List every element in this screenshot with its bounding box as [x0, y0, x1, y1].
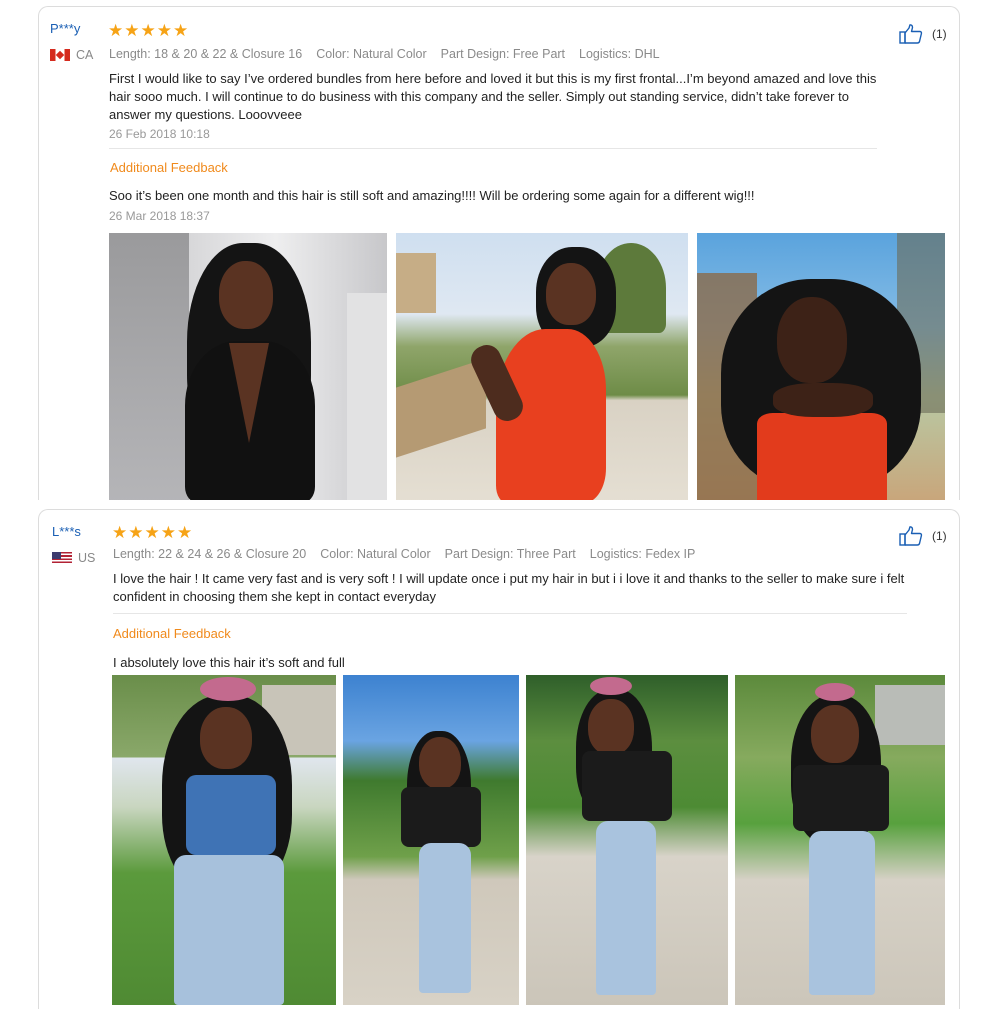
- helpful-count: (1): [932, 27, 947, 41]
- additional-feedback-date: 26 Mar 2018 18:37: [109, 209, 210, 223]
- review-photo[interactable]: [735, 675, 945, 1005]
- review-date: 26 Feb 2018 10:18: [109, 127, 210, 141]
- country-code: CA: [76, 48, 94, 62]
- order-color: Color: Natural Color: [316, 47, 427, 61]
- star-icon: ★: [173, 21, 189, 40]
- review-photo[interactable]: [396, 233, 688, 500]
- review-photo[interactable]: [526, 675, 728, 1005]
- star-icon: ★: [124, 21, 140, 40]
- divider: [109, 148, 877, 149]
- star-icon: ★: [140, 21, 156, 40]
- thumbs-up-icon: [899, 24, 923, 44]
- additional-feedback-text: I absolutely love this hair it’s soft an…: [113, 655, 345, 670]
- order-details: Length: 18 & 20 & 22 & Closure 16 Color:…: [109, 47, 660, 61]
- order-logistics: Logistics: DHL: [579, 47, 660, 61]
- star-icon: ★: [128, 523, 144, 542]
- review-photo[interactable]: [697, 233, 945, 500]
- star-icon: ★: [112, 523, 128, 542]
- star-icon: ★: [160, 523, 176, 542]
- reviewer-country: CA: [50, 48, 93, 62]
- additional-feedback-label: Additional Feedback: [110, 160, 228, 175]
- flag-usa-icon: [52, 552, 72, 564]
- review-card: L***s US ★ ★ ★ ★ ★ Length: 22 & 24 & 26 …: [38, 509, 960, 1009]
- order-logistics: Logistics: Fedex IP: [589, 547, 696, 561]
- additional-feedback-text: Soo it’s been one month and this hair is…: [109, 188, 755, 203]
- review-photo[interactable]: [112, 675, 336, 1005]
- star-icon: ★: [177, 523, 193, 542]
- country-code: US: [78, 551, 96, 565]
- review-photo[interactable]: [343, 675, 519, 1005]
- star-icon: ★: [156, 21, 172, 40]
- order-details: Length: 22 & 24 & 26 & Closure 20 Color:…: [113, 547, 695, 561]
- star-icon: ★: [108, 21, 124, 40]
- review-text: First I would like to say I’ve ordered b…: [109, 71, 877, 122]
- flag-canada-icon: [50, 49, 70, 61]
- divider: [113, 613, 907, 614]
- reviewer-name[interactable]: L***s: [52, 524, 81, 539]
- helpful-button[interactable]: (1): [899, 24, 947, 44]
- thumbs-up-icon: [899, 526, 923, 546]
- reviewer-name[interactable]: P***y: [50, 21, 80, 36]
- reviewer-country: US: [52, 551, 95, 565]
- star-icon: ★: [144, 523, 160, 542]
- review-photo[interactable]: [109, 233, 387, 500]
- review-text: I love the hair ! It came very fast and …: [113, 571, 905, 604]
- rating-stars: ★ ★ ★ ★ ★: [108, 22, 188, 39]
- additional-feedback-label: Additional Feedback: [113, 626, 231, 641]
- rating-stars: ★ ★ ★ ★ ★: [112, 524, 192, 541]
- order-part-design: Part Design: Three Part: [444, 547, 576, 561]
- helpful-count: (1): [932, 529, 947, 543]
- order-length: Length: 18 & 20 & 22 & Closure 16: [109, 47, 303, 61]
- order-part-design: Part Design: Free Part: [440, 47, 566, 61]
- review-card: P***y CA ★ ★ ★ ★ ★ Length: 18 & 20 & 22 …: [38, 6, 960, 500]
- helpful-button[interactable]: (1): [899, 526, 947, 546]
- order-color: Color: Natural Color: [320, 547, 431, 561]
- order-length: Length: 22 & 24 & 26 & Closure 20: [113, 547, 307, 561]
